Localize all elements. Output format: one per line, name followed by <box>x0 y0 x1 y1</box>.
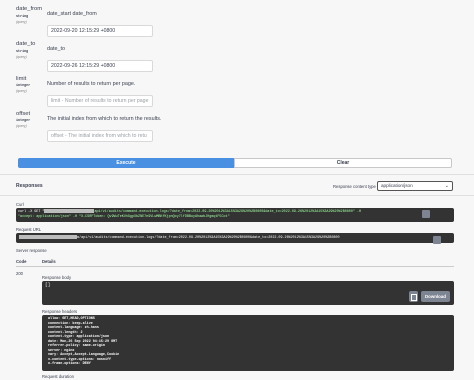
divider <box>0 195 474 196</box>
response-body-block: [] <box>42 281 454 305</box>
param-desc-offset: The initial index from which to return t… <box>47 116 162 122</box>
request-duration-label: Request duration <box>42 374 74 379</box>
response-body-label: Response body <box>42 275 72 280</box>
execute-button[interactable]: Execute <box>18 158 234 168</box>
date-to-input[interactable]: 2022-09-26 12:15:29 +0800 <box>47 60 153 72</box>
param-desc-date-to: date_to <box>47 46 65 52</box>
response-headers-block: allow: GET,HEAD,OPTIONS connection: keep… <box>42 315 454 371</box>
responses-title: Responses <box>16 183 43 189</box>
limit-input[interactable]: limit - Number of results to return per … <box>47 95 153 107</box>
response-header-line: x-frame-options: DENY <box>48 362 91 366</box>
content-type-label: Response content type <box>333 184 376 189</box>
param-type-limit: integer <box>16 84 31 88</box>
request-url-label: Request URL <box>16 227 42 232</box>
param-desc-limit: Number of results to return per page. <box>47 81 136 87</box>
param-type-date-to: string <box>16 50 29 54</box>
curl-label: Curl <box>16 202 24 207</box>
redacted-host <box>19 235 77 240</box>
divider <box>0 174 474 175</box>
param-desc-date-from: date_start date_from <box>47 11 97 17</box>
offset-input[interactable]: offset - The initial index from which to… <box>47 130 153 142</box>
status-code: 200 <box>16 271 23 276</box>
divider <box>16 266 454 267</box>
code-header: Code <box>16 259 27 264</box>
copy-icon[interactable] <box>409 291 418 302</box>
copy-icon[interactable] <box>433 236 441 244</box>
curl-code-block: curl -X GET " api/v1/audits/command-execu… <box>16 208 454 222</box>
response-headers-label: Response headers <box>42 309 78 314</box>
clear-button[interactable]: Clear <box>234 158 452 168</box>
content-type-value: application/json <box>381 183 413 188</box>
download-button[interactable]: Download <box>421 291 450 302</box>
curl-command-start: curl -X GET " <box>18 209 45 214</box>
curl-headers: "accept: application/json" -H "X-CSRFTok… <box>18 214 230 219</box>
copy-icon[interactable] <box>422 210 430 218</box>
request-url-block: m/api/v1/audits/command-execution-logs/?… <box>16 233 454 243</box>
param-location-date-to: (query) <box>16 55 27 59</box>
param-type-offset: integer <box>16 119 31 123</box>
param-location-offset: (query) <box>16 124 27 128</box>
param-name-date-to: date_to <box>16 41 36 47</box>
param-location-limit: (query) <box>16 89 27 93</box>
redacted-host <box>44 209 95 213</box>
details-header: Details <box>42 259 56 264</box>
response-body-value: [] <box>45 283 51 288</box>
server-response-label: Server response <box>16 248 47 253</box>
chevron-down-icon: ⌄ <box>444 183 449 189</box>
param-name-limit: limit <box>16 76 27 82</box>
param-location-date-from: (query) <box>16 20 27 24</box>
date-from-input[interactable]: 2022-09-20 12:15:29 +0800 <box>47 25 153 37</box>
param-name-date-from: date_from <box>16 6 43 12</box>
param-type-date-from: string <box>16 15 29 19</box>
param-name-offset: offset <box>16 111 31 117</box>
request-url-value: m/api/v1/audits/command-execution-logs/?… <box>77 236 340 240</box>
content-type-select[interactable]: application/json ⌄ <box>377 181 453 191</box>
curl-command-end: api/v1/audits/command-execution-logs/?da… <box>94 209 362 214</box>
